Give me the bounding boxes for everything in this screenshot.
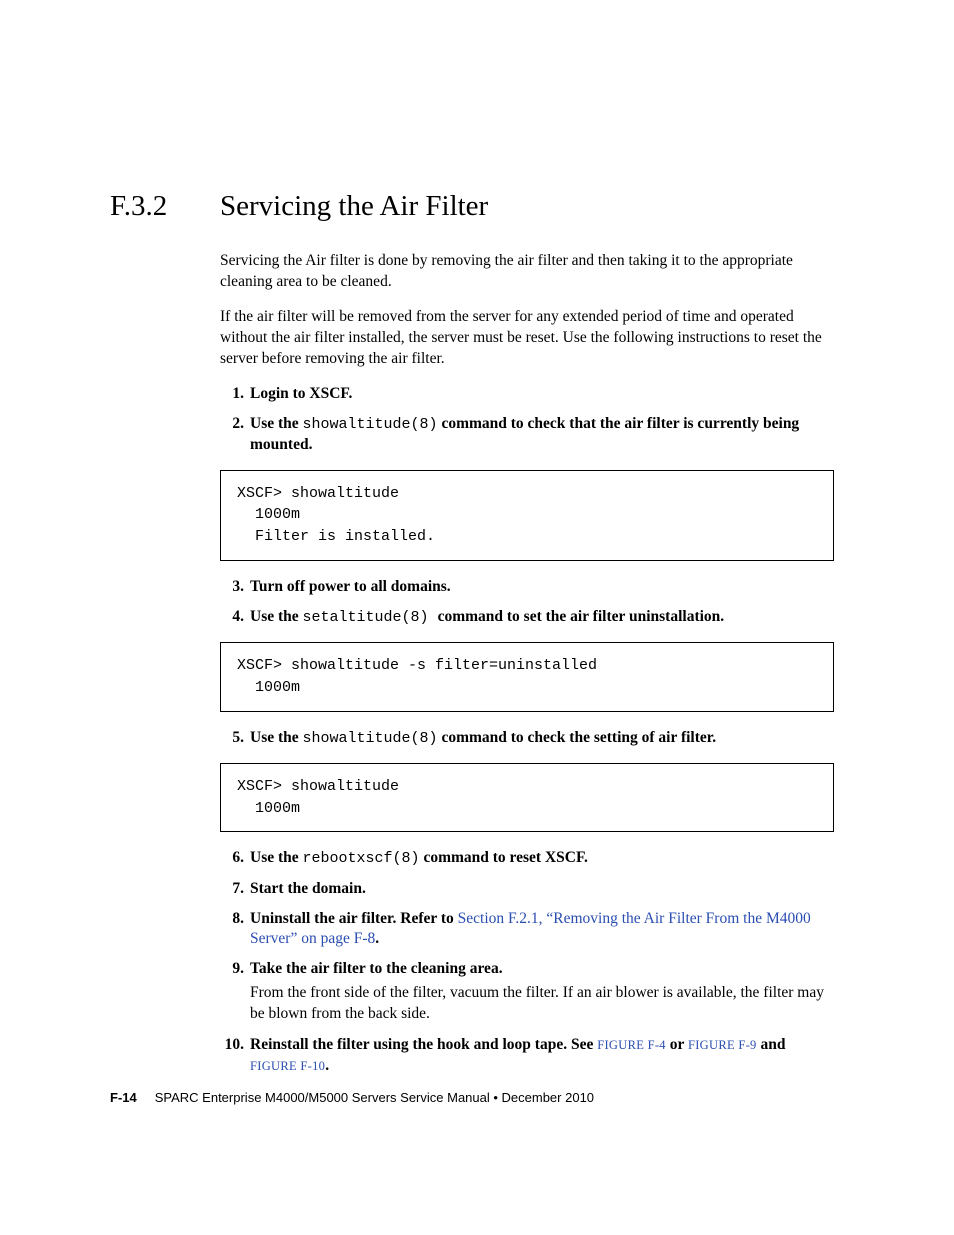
step-text: Use the showaltitude(8) command to check… [250,414,834,456]
step-number: 1. [220,384,250,405]
intro-paragraph-2: If the air filter will be removed from t… [220,307,834,370]
step-4: 4. Use the setaltitude(8) command to set… [220,607,834,628]
step-text: Start the domain. [250,879,834,900]
step-1: 1. Login to XSCF. [220,384,834,405]
step-text: Uninstall the air filter. Refer to Secti… [250,909,834,951]
steps-list: 1. Login to XSCF. 2. Use the showaltitud… [220,384,834,456]
step-bold: . [375,930,379,947]
step-text: Take the air filter to the cleaning area… [250,959,834,980]
step-number: 8. [220,909,250,951]
step-bold: Take the air filter to the cleaning area… [250,960,503,977]
step-bold: Turn off power to all domains. [250,578,451,595]
step-text: Reinstall the filter using the hook and … [250,1035,834,1077]
steps-list: 5. Use the showaltitude(8) command to ch… [220,728,834,749]
step-text: Use the showaltitude(8) command to check… [250,728,834,749]
step-text: Login to XSCF. [250,384,834,405]
step-9-sub: From the front side of the filter, vacuu… [250,983,834,1025]
steps-list: 3. Turn off power to all domains. 4. Use… [220,577,834,628]
step-9: 9. Take the air filter to the cleaning a… [220,959,834,980]
step-bold: Reinstall the filter using the hook and … [250,1036,597,1053]
step-3: 3. Turn off power to all domains. [220,577,834,598]
step-bold: Uninstall the air filter. Refer to [250,910,458,927]
step-5: 5. Use the showaltitude(8) command to ch… [220,728,834,749]
footer-text: SPARC Enterprise M4000/M5000 Servers Ser… [155,1090,594,1105]
step-bold: Use the [250,608,303,625]
step-bold: Use the [250,849,303,866]
body-column: Servicing the Air filter is done by remo… [220,251,834,1077]
step-bold: or [666,1036,688,1053]
step-10: 10. Reinstall the filter using the hook … [212,1035,834,1077]
code-block-3: XSCF> showaltitude 1000m [220,763,834,833]
step-number: 6. [220,848,250,869]
section-title: Servicing the Air Filter [220,190,488,223]
page-footer: F-14 SPARC Enterprise M4000/M5000 Servers… [110,1090,594,1105]
code-block-2: XSCF> showaltitude -s filter=uninstalled… [220,642,834,712]
step-bold: command to set the air filter uninstalla… [438,608,725,625]
step-number: 3. [220,577,250,598]
page-number: F-14 [110,1090,137,1105]
step-bold: Use the [250,729,303,746]
steps-list: 6. Use the rebootxscf(8) command to rese… [220,848,834,980]
step-6: 6. Use the rebootxscf(8) command to rese… [220,848,834,869]
step-number: 9. [220,959,250,980]
step-number: 4. [220,607,250,628]
inline-command: rebootxscf(8) [303,850,420,867]
step-bold: . [325,1057,329,1074]
step-8: 8. Uninstall the air filter. Refer to Se… [220,909,834,951]
step-bold: Start the domain. [250,880,366,897]
step-7: 7. Start the domain. [220,879,834,900]
section-number: F.3.2 [110,190,220,223]
figure-link[interactable]: FIGURE F-4 [597,1038,666,1052]
step-number: 5. [220,728,250,749]
step-text: Turn off power to all domains. [250,577,834,598]
steps-list: 10. Reinstall the filter using the hook … [220,1035,834,1077]
inline-command: showaltitude(8) [303,416,438,433]
section-heading: F.3.2 Servicing the Air Filter [110,190,834,223]
step-text: Use the setaltitude(8) command to set th… [250,607,834,628]
step-bold: Use the [250,415,303,432]
step-2: 2. Use the showaltitude(8) command to ch… [220,414,834,456]
step-bold: and [757,1036,786,1053]
step-bold: command to check the setting of air filt… [438,729,717,746]
figure-link[interactable]: FIGURE F-10 [250,1059,325,1073]
step-text: Use the rebootxscf(8) command to reset X… [250,848,834,869]
code-block-1: XSCF> showaltitude 1000m Filter is insta… [220,470,834,561]
step-bold: Login to XSCF. [250,385,352,402]
figure-link[interactable]: FIGURE F-9 [688,1038,757,1052]
inline-command: setaltitude(8) [303,609,438,626]
step-number: 10. [212,1035,250,1077]
step-number: 7. [220,879,250,900]
document-page: F.3.2 Servicing the Air Filter Servicing… [0,0,954,1235]
step-number: 2. [220,414,250,456]
intro-paragraph-1: Servicing the Air filter is done by remo… [220,251,834,293]
step-bold: command to reset XSCF. [420,849,588,866]
inline-command: showaltitude(8) [303,730,438,747]
